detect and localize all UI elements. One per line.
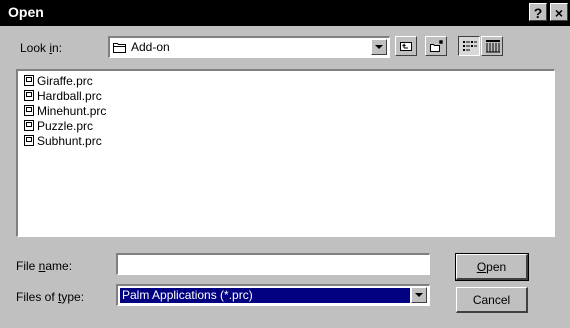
look-in-value: Add-on (131, 40, 170, 54)
list-view-icon (463, 41, 477, 51)
file-name-text: Hardball.prc (37, 89, 102, 103)
look-in-label: Look in: (20, 41, 63, 55)
new-folder-icon (430, 40, 443, 52)
up-one-level-button[interactable] (395, 36, 417, 56)
file-name-text: Giraffe.prc (37, 74, 93, 88)
open-button[interactable]: Open (455, 253, 529, 281)
new-folder-button[interactable] (425, 36, 447, 56)
file-type-dropdown[interactable]: Palm Applications (*.prc) (116, 284, 430, 306)
folder-up-icon (400, 42, 412, 51)
dialog-title: Open (8, 4, 44, 20)
cancel-button[interactable]: Cancel (456, 287, 528, 313)
list-item[interactable]: Puzzle.prc (24, 119, 93, 134)
prc-file-icon (24, 120, 34, 131)
file-name-label: File name: (16, 259, 73, 273)
file-type-value: Palm Applications (*.prc) (119, 287, 411, 304)
prc-file-icon (24, 90, 34, 101)
file-name-input[interactable] (116, 253, 430, 275)
close-button[interactable]: × (550, 3, 568, 21)
details-view-button[interactable] (481, 36, 503, 56)
list-item[interactable]: Subhunt.prc (24, 134, 102, 149)
prc-file-icon (24, 105, 34, 116)
prc-file-icon (24, 135, 34, 146)
list-item[interactable]: Giraffe.prc (24, 74, 93, 89)
look-in-dropdown[interactable]: Add-on (108, 36, 390, 58)
file-type-label: Files of type: (16, 290, 85, 304)
list-view-button[interactable] (458, 36, 480, 56)
prc-file-icon (24, 75, 34, 86)
list-item[interactable]: Minehunt.prc (24, 104, 106, 119)
file-list[interactable]: Giraffe.prc Hardball.prc Minehunt.prc Puzzl… (16, 69, 555, 237)
details-view-icon (486, 40, 500, 53)
file-name-text: Puzzle.prc (37, 119, 94, 133)
chevron-down-icon[interactable] (411, 287, 427, 303)
file-name-text: Subhunt.prc (37, 134, 102, 148)
help-button[interactable]: ? (529, 3, 547, 21)
title-bar[interactable]: Open ? × (0, 0, 570, 26)
file-name-text: Minehunt.prc (37, 104, 107, 118)
chevron-down-icon[interactable] (371, 39, 387, 55)
list-item[interactable]: Hardball.prc (24, 89, 102, 104)
folder-icon (113, 41, 127, 56)
